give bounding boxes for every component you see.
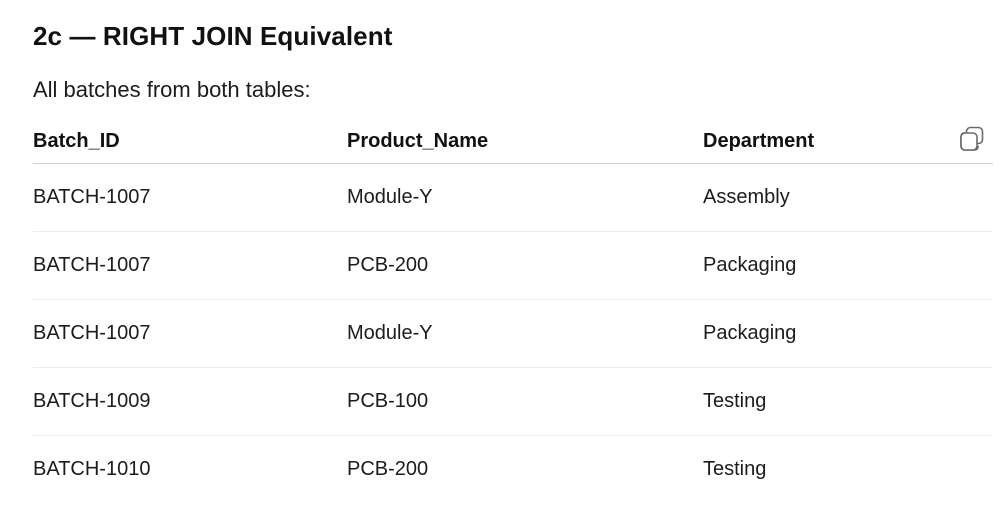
table-row: BATCH-1007 Module-Y Packaging <box>33 300 993 368</box>
cell-department: Testing <box>703 458 767 480</box>
intro-text: All batches from both tables: <box>33 77 311 102</box>
cell-department: Testing <box>703 390 767 412</box>
table-header-row: Batch_ID Product_Name Department <box>33 118 993 164</box>
cell-product-name: PCB-100 <box>347 390 429 412</box>
cell-product-name: PCB-200 <box>347 458 429 480</box>
cell-department: Packaging <box>703 322 797 344</box>
table-row: BATCH-1007 PCB-200 Packaging <box>33 232 993 300</box>
cell-batch-id: BATCH-1007 <box>33 254 151 276</box>
cell-batch-id: BATCH-1010 <box>33 458 151 480</box>
cell-batch-id: BATCH-1007 <box>33 186 151 208</box>
cell-product-name: PCB-200 <box>347 254 429 276</box>
cell-department: Assembly <box>703 186 790 208</box>
cell-department: Packaging <box>703 254 797 276</box>
cell-product-name: Module-Y <box>347 186 433 208</box>
table-row: BATCH-1007 Module-Y Assembly <box>33 164 993 232</box>
column-header-batch-id: Batch_ID <box>33 130 120 152</box>
column-header-department: Department <box>703 130 815 152</box>
table-row: BATCH-1009 PCB-100 Testing <box>33 368 993 436</box>
cell-batch-id: BATCH-1009 <box>33 390 151 412</box>
cell-product-name: Module-Y <box>347 322 433 344</box>
table-row: BATCH-1010 PCB-200 Testing <box>33 436 993 503</box>
section-heading: 2c — RIGHT JOIN Equivalent <box>33 21 393 51</box>
batches-table: Batch_ID Product_Name Department BATCH-1… <box>33 118 993 503</box>
cell-batch-id: BATCH-1007 <box>33 322 151 344</box>
column-header-product-name: Product_Name <box>347 130 489 152</box>
